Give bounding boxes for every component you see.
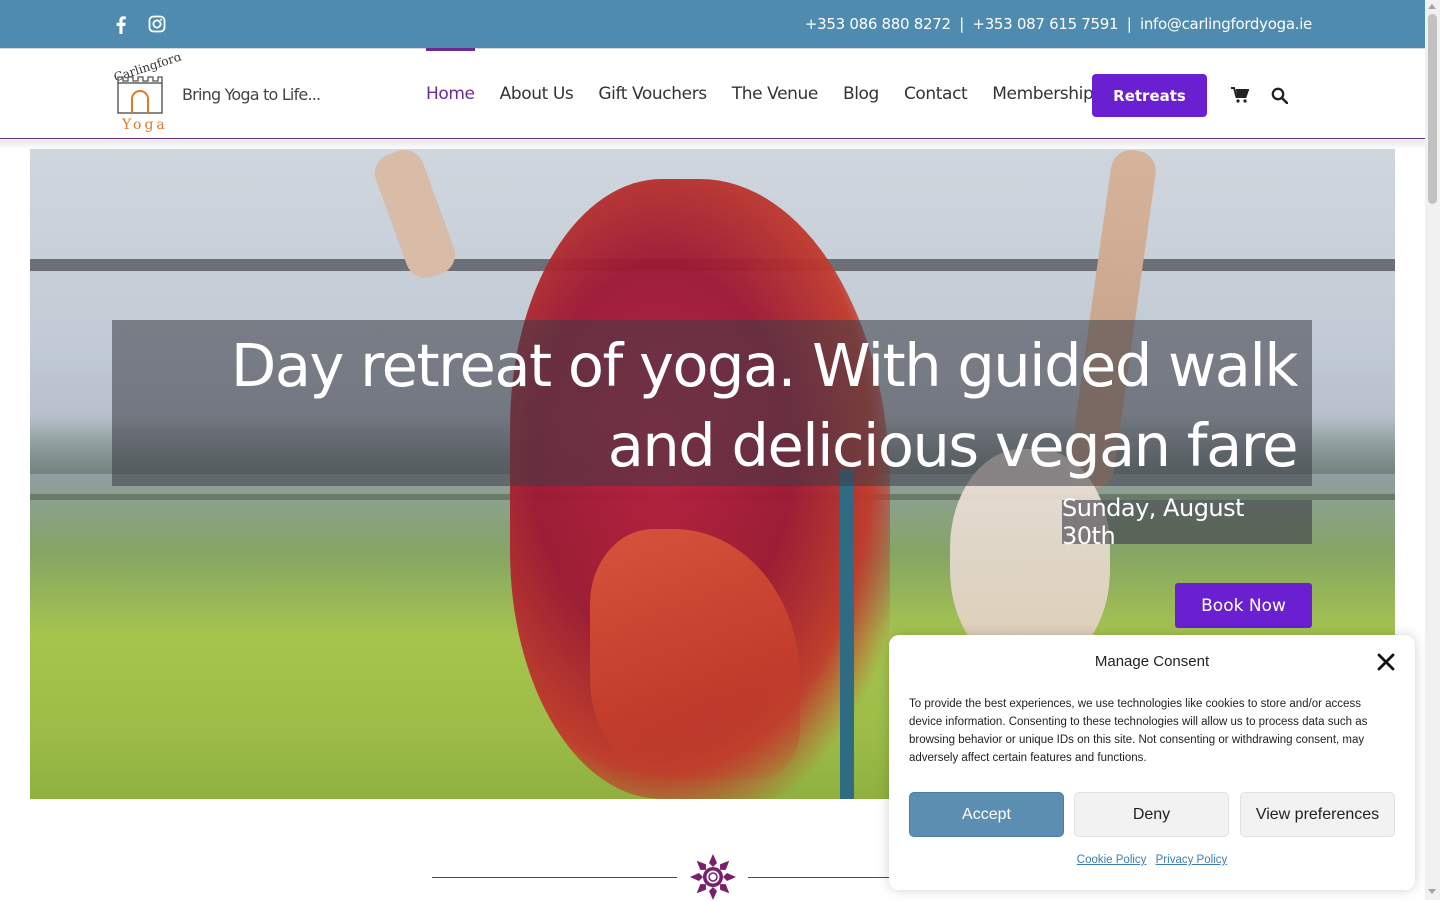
site-logo[interactable]: Carlingford Yoga Bring Yoga to Life... bbox=[112, 55, 322, 133]
logo-brand-bottom: Yoga bbox=[121, 117, 168, 133]
book-now-button[interactable]: Book Now bbox=[1175, 583, 1312, 628]
nav-about-us[interactable]: About Us bbox=[500, 49, 574, 139]
cookie-consent-dialog: Manage Consent To provide the best exper… bbox=[889, 635, 1415, 890]
main-header: Carlingford Yoga Bring Yoga to Life... H… bbox=[0, 48, 1425, 139]
consent-links: Cookie Policy Privacy Policy bbox=[889, 854, 1415, 866]
scroll-down-icon[interactable] bbox=[1428, 889, 1436, 894]
hero-image-pole bbox=[840, 469, 854, 799]
close-icon[interactable] bbox=[1377, 653, 1395, 671]
nav-gift-vouchers[interactable]: Gift Vouchers bbox=[598, 49, 707, 139]
nav-the-venue[interactable]: The Venue bbox=[732, 49, 819, 139]
lotus-icon bbox=[690, 854, 736, 900]
email-link[interactable]: info@carlingfordyoga.ie bbox=[1140, 15, 1312, 33]
top-bar: +353 086 880 8272 | +353 087 615 7591 | … bbox=[0, 0, 1425, 48]
accept-button[interactable]: Accept bbox=[909, 792, 1064, 837]
nav-contact[interactable]: Contact bbox=[904, 49, 968, 139]
nav-home[interactable]: Home bbox=[426, 48, 475, 139]
section-divider-line bbox=[748, 877, 898, 878]
page-scrollbar[interactable] bbox=[1425, 0, 1440, 900]
main-nav: Home About Us Gift Vouchers The Venue Bl… bbox=[426, 48, 1118, 139]
scroll-up-icon[interactable] bbox=[1428, 4, 1436, 9]
scroll-thumb[interactable] bbox=[1428, 14, 1437, 204]
section-divider-line bbox=[432, 877, 677, 878]
separator: | bbox=[959, 15, 964, 33]
cart-icon[interactable] bbox=[1231, 87, 1249, 103]
consent-text: To provide the best experiences, we use … bbox=[909, 698, 1368, 764]
instagram-icon[interactable] bbox=[148, 14, 166, 34]
hero-date: Sunday, August 30th bbox=[1062, 494, 1312, 550]
social-links bbox=[112, 14, 166, 34]
hero-headline-box: Day retreat of yoga. With guided walk an… bbox=[112, 320, 1312, 486]
phone-link-2[interactable]: +353 087 615 7591 bbox=[972, 15, 1118, 33]
logo-tagline: Bring Yoga to Life... bbox=[182, 85, 320, 104]
cookie-policy-link[interactable]: Cookie Policy bbox=[1077, 854, 1147, 866]
search-icon[interactable] bbox=[1271, 87, 1288, 104]
contact-info: +353 086 880 8272 | +353 087 615 7591 | … bbox=[805, 15, 1312, 33]
retreats-button[interactable]: Retreats bbox=[1092, 74, 1207, 117]
facebook-icon[interactable] bbox=[112, 14, 130, 34]
phone-link-1[interactable]: +353 086 880 8272 bbox=[805, 15, 951, 33]
deny-button[interactable]: Deny bbox=[1074, 792, 1229, 837]
consent-title: Manage Consent bbox=[1094, 653, 1210, 670]
privacy-policy-link[interactable]: Privacy Policy bbox=[1156, 854, 1228, 866]
nav-blog[interactable]: Blog bbox=[843, 49, 879, 139]
hero-headline: Day retreat of yoga. With guided walk an… bbox=[230, 331, 1299, 480]
nav-membership[interactable]: Membership bbox=[992, 49, 1093, 139]
separator: | bbox=[1126, 15, 1132, 33]
view-preferences-button[interactable]: View preferences bbox=[1240, 792, 1395, 837]
